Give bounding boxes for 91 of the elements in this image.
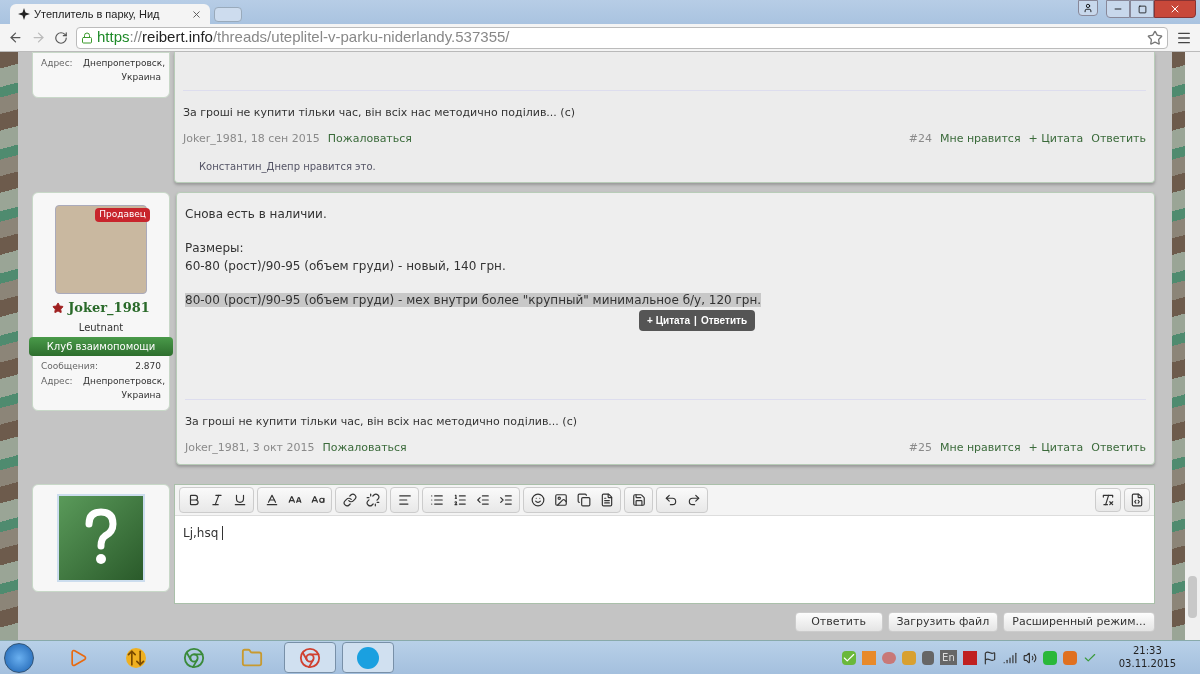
post-action-link[interactable]: Ответить xyxy=(1091,130,1146,147)
signal-icon[interactable] xyxy=(1002,650,1017,665)
post-text: Снова есть в наличии. xyxy=(185,207,327,221)
browser-icon xyxy=(183,646,205,669)
separator-text: | xyxy=(694,314,697,328)
quote-link[interactable]: + Цитата xyxy=(647,313,691,328)
media-icon xyxy=(576,493,591,507)
post-text: 80-00 (рост)/90-95 (объем груди) - мех внутри более "крупный" минимальное б/у, 120 грн. xyxy=(185,293,762,307)
italic-icon xyxy=(209,493,224,507)
browser-tab[interactable]: Утеплитель в парку, Нид xyxy=(10,4,210,24)
post-number-link[interactable]: #25 xyxy=(908,439,932,456)
url-text: https://reibert.info/threads/uteplitel-v-parku-niderlandy.537355/ xyxy=(97,27,510,48)
username-link[interactable]: Joker_1981 xyxy=(68,298,150,318)
profile-button[interactable] xyxy=(1078,0,1098,16)
post-action-link[interactable]: Мне нравится xyxy=(939,130,1021,147)
tab-title: Утеплитель в парку, Нид xyxy=(34,6,161,22)
up-down-arrows-icon xyxy=(126,647,146,668)
toolbar-button[interactable] xyxy=(1095,488,1121,512)
play-icon xyxy=(68,647,88,668)
bullet-list-icon xyxy=(429,493,444,507)
signature-text: За гроші не купити тільки час, він всіх нас методично поділив... (с) xyxy=(183,105,575,119)
save-icon xyxy=(631,493,646,507)
image-icon xyxy=(553,493,568,507)
restore-icon xyxy=(1137,4,1147,14)
post-text: 60-80 (рост)/90-95 (объем груди) - новый, 140 грн. xyxy=(185,259,506,273)
browser-icon xyxy=(299,646,321,669)
input-text: Lj,hsq xyxy=(183,526,224,540)
bookmark-star-icon[interactable] xyxy=(1147,29,1163,46)
close-button[interactable] xyxy=(1154,0,1196,18)
message-input[interactable]: Lj,hsq xyxy=(175,516,1154,603)
start-button[interactable] xyxy=(4,642,34,673)
reload-icon[interactable] xyxy=(54,30,68,45)
reply-link[interactable]: Ответить xyxy=(700,313,748,328)
user-rank: Leutnant xyxy=(77,320,125,335)
stat-label: Сообщения: xyxy=(41,359,99,373)
post-action-link[interactable]: + Цитата xyxy=(1028,439,1084,456)
report-link[interactable]: Пожаловаться xyxy=(322,439,407,456)
signature-text: За гроші не купити тільки час, він всіх нас методично поділив... (с) xyxy=(185,414,577,428)
post-text: Размеры: xyxy=(185,241,244,255)
toolbar-button[interactable] xyxy=(1124,488,1150,512)
underline-icon xyxy=(232,493,247,507)
likes-summary: Константин_Днепр нравится это. xyxy=(199,160,377,174)
stat-value: 2.870 xyxy=(135,359,161,373)
lock-icon xyxy=(81,31,93,44)
cross-icon xyxy=(18,8,30,20)
close-icon[interactable] xyxy=(191,8,202,20)
source-icon xyxy=(1130,493,1144,507)
form-button[interactable]: Ответить xyxy=(794,612,883,632)
language-indicator[interactable]: En xyxy=(940,650,957,665)
post-action-link[interactable]: + Цитата xyxy=(1028,130,1084,147)
clock-date: 03.11.2015 xyxy=(1118,657,1176,670)
minimize-button[interactable] xyxy=(1106,0,1130,18)
back-icon[interactable] xyxy=(8,30,23,45)
stat-label: Адрес: xyxy=(41,375,73,388)
restore-button[interactable] xyxy=(1130,0,1154,18)
taskbar-button[interactable] xyxy=(284,642,336,673)
unlink-icon xyxy=(365,493,380,507)
undo-icon xyxy=(663,493,678,507)
scrollbar[interactable] xyxy=(1185,52,1200,640)
document-icon xyxy=(599,493,614,507)
outdent-icon xyxy=(475,493,490,507)
volume-icon[interactable] xyxy=(1022,650,1037,665)
report-link[interactable]: Пожаловаться xyxy=(327,130,412,147)
clear-formatting-icon xyxy=(1101,493,1115,507)
post-meta: Joker_1981, 3 окт 2015 xyxy=(185,439,315,456)
form-button[interactable]: Загрузить файл xyxy=(887,612,999,632)
address-bar[interactable]: https://reibert.info/threads/uteplitel-v-parku-niderlandy.537355/ xyxy=(76,26,1168,49)
indent-icon xyxy=(498,493,513,507)
text-color-icon xyxy=(264,493,279,507)
post-action-link[interactable]: Мне нравится xyxy=(939,439,1021,456)
post-action-link[interactable]: Ответить xyxy=(1091,439,1146,456)
seller-badge: Продавец xyxy=(95,208,150,222)
close-icon xyxy=(1169,3,1181,15)
redo-icon xyxy=(686,493,701,507)
folder-icon xyxy=(241,646,263,669)
scrollbar-thumb[interactable] xyxy=(1188,576,1197,618)
tray-icon[interactable] xyxy=(962,650,977,665)
post-meta: Joker_1981, 18 сен 2015 xyxy=(183,130,320,147)
align-left-icon xyxy=(397,493,412,507)
smiley-icon xyxy=(530,493,545,507)
stat-label: Адрес: xyxy=(41,57,73,70)
star-icon xyxy=(52,301,65,314)
group-banner: Клуб взаимопомощи xyxy=(29,336,173,356)
flag-icon[interactable] xyxy=(982,650,997,665)
link-icon xyxy=(342,493,357,507)
post-number-link[interactable]: #24 xyxy=(908,130,932,147)
clock-time: 21:33 xyxy=(1132,645,1162,658)
profile-icon xyxy=(1083,3,1093,13)
numbered-list-icon xyxy=(452,493,467,507)
tray-icon[interactable] xyxy=(922,650,935,665)
form-button[interactable]: Расширенный режим... xyxy=(1003,612,1155,632)
